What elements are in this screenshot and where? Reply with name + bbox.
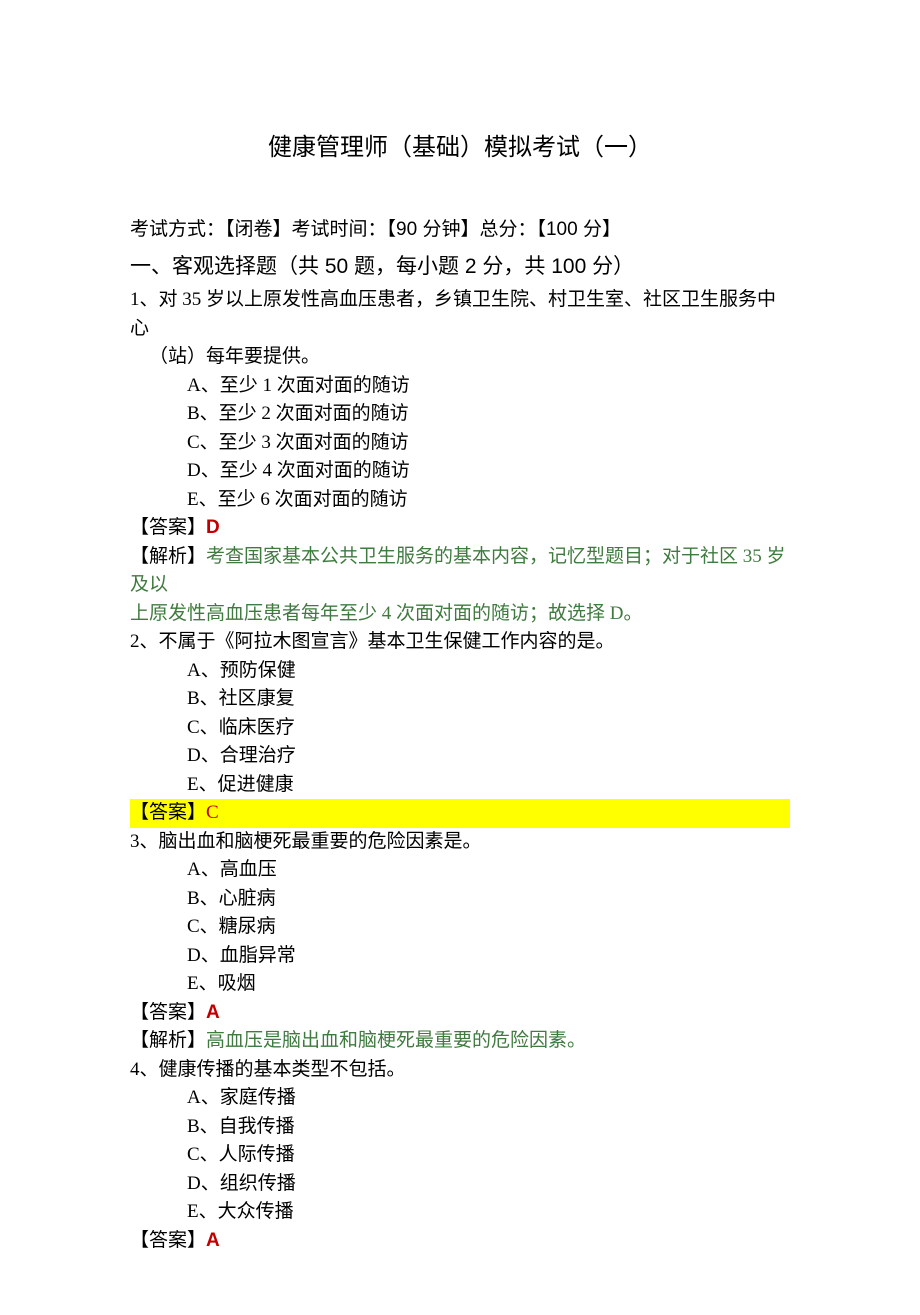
q4-option-e: E、大众传播 — [130, 1198, 790, 1227]
q2-stem: 2、不属于《阿拉木图宣言》基本卫生保健工作内容的是。 — [130, 628, 790, 657]
meta-total-value: 【100 分】 — [536, 219, 620, 240]
q1-answer-label: 【答案】 — [130, 517, 206, 538]
q3-analysis-label: 【解析】 — [130, 1030, 206, 1051]
meta-time-label: 考试时间： — [292, 219, 387, 240]
q2-option-d: D、合理治疗 — [130, 742, 790, 771]
page-title: 健康管理师（基础）模拟考试（一） — [130, 130, 790, 166]
q3-option-a: A、高血压 — [130, 856, 790, 885]
q4-answer-label: 【答案】 — [130, 1230, 206, 1251]
q4-option-a: A、家庭传播 — [130, 1084, 790, 1113]
question-2: 2、不属于《阿拉木图宣言》基本卫生保健工作内容的是。 A、预防保健 B、社区康复… — [130, 628, 790, 828]
q4-answer-value: A — [206, 1230, 220, 1251]
meta-mode-value: 【闭卷】 — [225, 219, 292, 240]
q1-number: 1、 — [130, 289, 159, 310]
q4-stem-text: 健康传播的基本类型不包括。 — [159, 1059, 406, 1080]
exam-meta-line: 考试方式：【闭卷】考试时间：【90 分钟】总分：【100 分】 — [130, 216, 790, 245]
q4-answer-line: 【答案】A — [130, 1227, 790, 1256]
meta-time-value: 【90 分钟】 — [387, 219, 480, 240]
q3-option-d: D、血脂异常 — [130, 942, 790, 971]
q4-option-b: B、自我传播 — [130, 1113, 790, 1142]
q1-analysis-line1: 【解析】考查国家基本公共卫生服务的基本内容，记忆型题目；对于社区 35 岁及以 — [130, 543, 790, 600]
q1-answer-value: D — [206, 517, 220, 538]
q3-answer-line: 【答案】A — [130, 999, 790, 1028]
q3-stem: 3、脑出血和脑梗死最重要的危险因素是。 — [130, 828, 790, 857]
section-heading: 一、客观选择题（共 50 题，每小题 2 分，共 100 分） — [130, 251, 790, 283]
q2-stem-text: 不属于《阿拉木图宣言》基本卫生保健工作内容的是。 — [159, 631, 615, 652]
meta-mode-label: 考试方式： — [130, 219, 225, 240]
q1-analysis-label: 【解析】 — [130, 546, 206, 567]
q2-option-e: E、促进健康 — [130, 771, 790, 800]
q4-option-c: C、人际传播 — [130, 1141, 790, 1170]
q2-option-b: B、社区康复 — [130, 685, 790, 714]
question-1: 1、对 35 岁以上原发性高血压患者，乡镇卫生院、村卫生室、社区卫生服务中心 （… — [130, 286, 790, 628]
q1-option-e: E、至少 6 次面对面的随访 — [130, 486, 790, 515]
section-detail: （共 50 题，每小题 2 分，共 100 分） — [277, 255, 634, 278]
q4-option-d: D、组织传播 — [130, 1170, 790, 1199]
q2-number: 2、 — [130, 631, 159, 652]
q2-answer-label: 【答案】 — [130, 802, 206, 823]
question-3: 3、脑出血和脑梗死最重要的危险因素是。 A、高血压 B、心脏病 C、糖尿病 D、… — [130, 828, 790, 1056]
section-prefix: 一、客观选择题 — [130, 255, 277, 278]
q1-analysis-line2: 上原发性高血压患者每年至少 4 次面对面的随访；故选择 D。 — [130, 600, 790, 629]
q3-number: 3、 — [130, 831, 159, 852]
q3-analysis-text: 高血压是脑出血和脑梗死最重要的危险因素。 — [206, 1030, 586, 1051]
q3-option-c: C、糖尿病 — [130, 913, 790, 942]
q3-option-b: B、心脏病 — [130, 885, 790, 914]
q3-answer-value: A — [206, 1002, 220, 1023]
q1-answer-line: 【答案】D — [130, 514, 790, 543]
q1-option-b: B、至少 2 次面对面的随访 — [130, 400, 790, 429]
q3-stem-text: 脑出血和脑梗死最重要的危险因素是。 — [159, 831, 482, 852]
q2-option-a: A、预防保健 — [130, 657, 790, 686]
q1-option-d: D、至少 4 次面对面的随访 — [130, 457, 790, 486]
q1-analysis-text1: 考查国家基本公共卫生服务的基本内容，记忆型题目；对于社区 35 岁及以 — [130, 546, 786, 596]
q4-number: 4、 — [130, 1059, 159, 1080]
exam-page: 健康管理师（基础）模拟考试（一） 考试方式：【闭卷】考试时间：【90 分钟】总分… — [0, 0, 920, 1315]
q3-answer-label: 【答案】 — [130, 1002, 206, 1023]
q3-option-e: E、吸烟 — [130, 970, 790, 999]
q1-stem-line2: （站）每年要提供。 — [130, 343, 790, 372]
q2-answer-line-highlight: 【答案】C — [130, 799, 790, 828]
q1-option-c: C、至少 3 次面对面的随访 — [130, 429, 790, 458]
meta-total-label: 总分： — [479, 219, 536, 240]
question-4: 4、健康传播的基本类型不包括。 A、家庭传播 B、自我传播 C、人际传播 D、组… — [130, 1056, 790, 1256]
q2-option-c: C、临床医疗 — [130, 714, 790, 743]
q1-stem-text1: 对 35 岁以上原发性高血压患者，乡镇卫生院、村卫生室、社区卫生服务中心 — [130, 289, 776, 339]
q3-analysis-line: 【解析】高血压是脑出血和脑梗死最重要的危险因素。 — [130, 1027, 790, 1056]
q1-option-a: A、至少 1 次面对面的随访 — [130, 372, 790, 401]
q4-stem: 4、健康传播的基本类型不包括。 — [130, 1056, 790, 1085]
q2-answer-value: C — [206, 802, 219, 823]
q1-stem-line1: 1、对 35 岁以上原发性高血压患者，乡镇卫生院、村卫生室、社区卫生服务中心 — [130, 286, 790, 343]
